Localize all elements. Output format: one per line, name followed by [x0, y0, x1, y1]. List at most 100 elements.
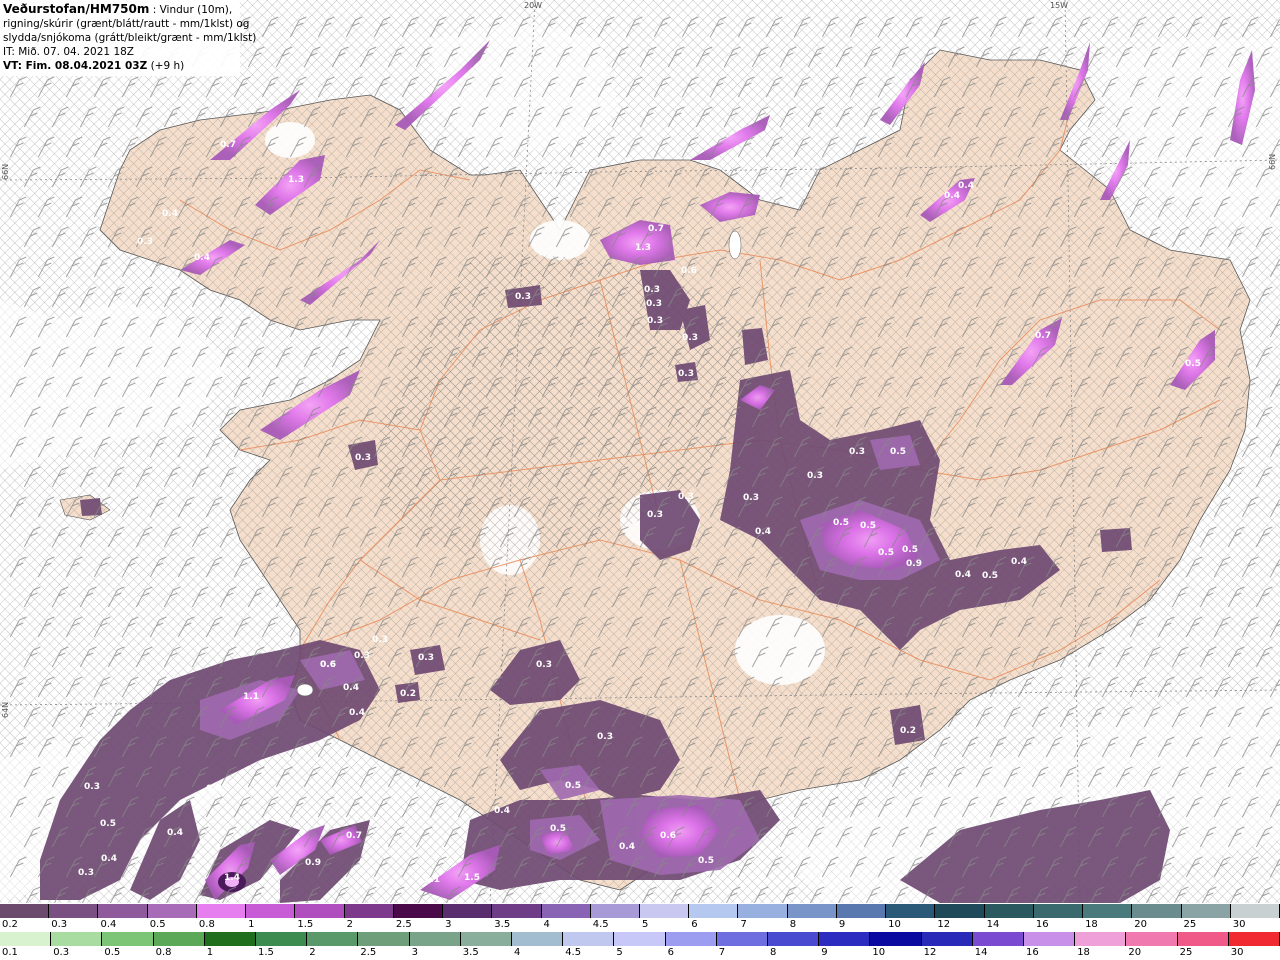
map-value: 0.5	[565, 781, 581, 791]
lon-label-15w: 15W	[1050, 1, 1069, 10]
map-value: 0.3	[678, 492, 694, 502]
legend-label: 0.2	[2, 919, 18, 930]
legend-swatch	[1033, 904, 1084, 918]
map-value: 0.3	[807, 471, 823, 481]
map-value: 0.2	[900, 726, 916, 736]
legend-label: 1.5	[297, 919, 314, 930]
map-value: 0.5	[860, 521, 876, 531]
legend-label: 7	[718, 947, 726, 958]
legend-swatch	[1181, 904, 1231, 918]
legend-label: 4	[543, 919, 550, 930]
legend-label: 5	[616, 947, 623, 958]
legend-swatch	[738, 904, 788, 918]
legend-swatch	[51, 932, 103, 946]
map-value: 0.3	[849, 447, 865, 457]
map-value: 0.3	[78, 868, 94, 878]
map-value: 1.1	[243, 692, 259, 702]
map-value: 0.5	[902, 545, 918, 555]
legend-swatch	[541, 904, 591, 918]
legend-label: 18	[1085, 919, 1098, 930]
legend-snow-bar	[0, 904, 1280, 918]
legend-label: 3	[411, 947, 418, 958]
legend-snow-labels: 0.2 0.3 0.4 0.5 0.8 1 1.5 2 2.5 3 3.5 4 4.5 5 6 7 8 9 10 12…	[0, 919, 1280, 931]
legend-rain-bar	[0, 932, 1280, 946]
legend-swatch	[443, 904, 493, 918]
legend-swatch	[512, 932, 564, 946]
legend-swatch	[984, 904, 1034, 918]
map-value: 0.6	[681, 266, 697, 276]
map-value: 0.5	[890, 447, 906, 457]
legend-label: 5	[642, 919, 649, 930]
legend-label: 9	[838, 919, 846, 930]
legend-swatch	[49, 904, 99, 918]
legend-label: 3.5	[462, 947, 479, 958]
map-value: 0.7	[346, 831, 362, 841]
legend-label: 8	[789, 919, 797, 930]
legend-swatch	[614, 932, 666, 946]
legend-swatch	[1228, 932, 1280, 946]
legend-swatch	[246, 904, 296, 918]
legend-swatch	[1075, 932, 1127, 946]
init-time: IT: Mið. 07. 04. 2021 18Z	[3, 46, 134, 58]
legend-label: 8	[770, 947, 777, 958]
map-value: 0.5	[100, 819, 116, 829]
legend-label: 12	[937, 919, 951, 930]
map-value: 0.4	[162, 209, 178, 219]
map-value: 0.4	[343, 683, 359, 693]
legend-swatch	[787, 904, 837, 918]
map-value: 0.3	[597, 732, 613, 742]
legend-swatch	[1083, 904, 1133, 918]
map-value: 0.5	[1185, 359, 1201, 369]
legend-swatch	[0, 932, 52, 946]
legend-label: 2.5	[360, 947, 377, 958]
map-value: 0.3	[647, 316, 663, 326]
legend-label: 0.5	[104, 947, 121, 958]
map-value: 0.4	[755, 527, 771, 537]
legend-swatch	[921, 932, 973, 946]
legend-swatch	[307, 932, 359, 946]
map-value: 0.3	[137, 237, 153, 247]
legend-swatch	[640, 904, 690, 918]
legend-label: 10	[888, 919, 901, 930]
map-value: 0.3	[678, 369, 694, 379]
map-value: 0.3	[354, 651, 370, 661]
map-value: 0.7	[648, 224, 664, 234]
legend-swatch	[153, 932, 205, 946]
legend-swatch	[102, 932, 154, 946]
map-value: 0.3	[682, 333, 698, 343]
legend-swatch	[409, 932, 461, 946]
legend-rain-labels: 0.1 0.3 0.5 0.8 1 1.5 2 2.5 3 3.5 4 4.5 5 6 7 8 9 10 12 14 1…	[0, 947, 1280, 959]
legend-label: 4	[514, 947, 521, 958]
map-value: 0.7	[1035, 331, 1051, 341]
map-value: 0.6	[320, 660, 336, 670]
legend-label: 0.3	[51, 919, 68, 930]
legend-swatch	[204, 932, 256, 946]
legend-label: 2	[346, 919, 353, 930]
legend-label: 4.5	[565, 947, 582, 958]
map-canvas	[0, 0, 1280, 903]
legend-label: 0.5	[149, 919, 166, 930]
legend-label: 20	[1128, 947, 1142, 958]
map-title: Veðurstofan/HM750m	[3, 2, 150, 16]
legend-label: 1.5	[258, 947, 274, 958]
legend-swatch	[393, 904, 444, 918]
map-value: 0.7	[220, 140, 236, 150]
legend-label: 25	[1183, 919, 1197, 930]
legend-swatch	[256, 932, 308, 946]
map-value: 0.4	[619, 842, 635, 852]
map-value: 0.3	[418, 653, 434, 663]
legend-label: 25	[1179, 947, 1193, 958]
legend-swatch	[590, 904, 640, 918]
legend: 0.2 0.3 0.4 0.5 0.8 1 1.5 2 2.5 3 3.5 4 4.5 5 6 7 8 9 10 12…	[0, 903, 1280, 960]
info-box: Veðurstofan/HM750m : Vindur (10m), rigni…	[0, 0, 256, 76]
legend-label: 14	[974, 947, 988, 958]
map-value: 0.4	[955, 570, 971, 580]
map-value: 1.3	[288, 175, 304, 185]
map-value: 0.4	[349, 708, 365, 718]
legend-label: 0.8	[155, 947, 172, 958]
legend-swatch	[460, 932, 512, 946]
legend-swatch	[98, 904, 148, 918]
legend-swatch	[147, 904, 197, 918]
legend-label: 1	[206, 947, 214, 958]
lat-label-66n-right: 66N	[1268, 153, 1277, 170]
